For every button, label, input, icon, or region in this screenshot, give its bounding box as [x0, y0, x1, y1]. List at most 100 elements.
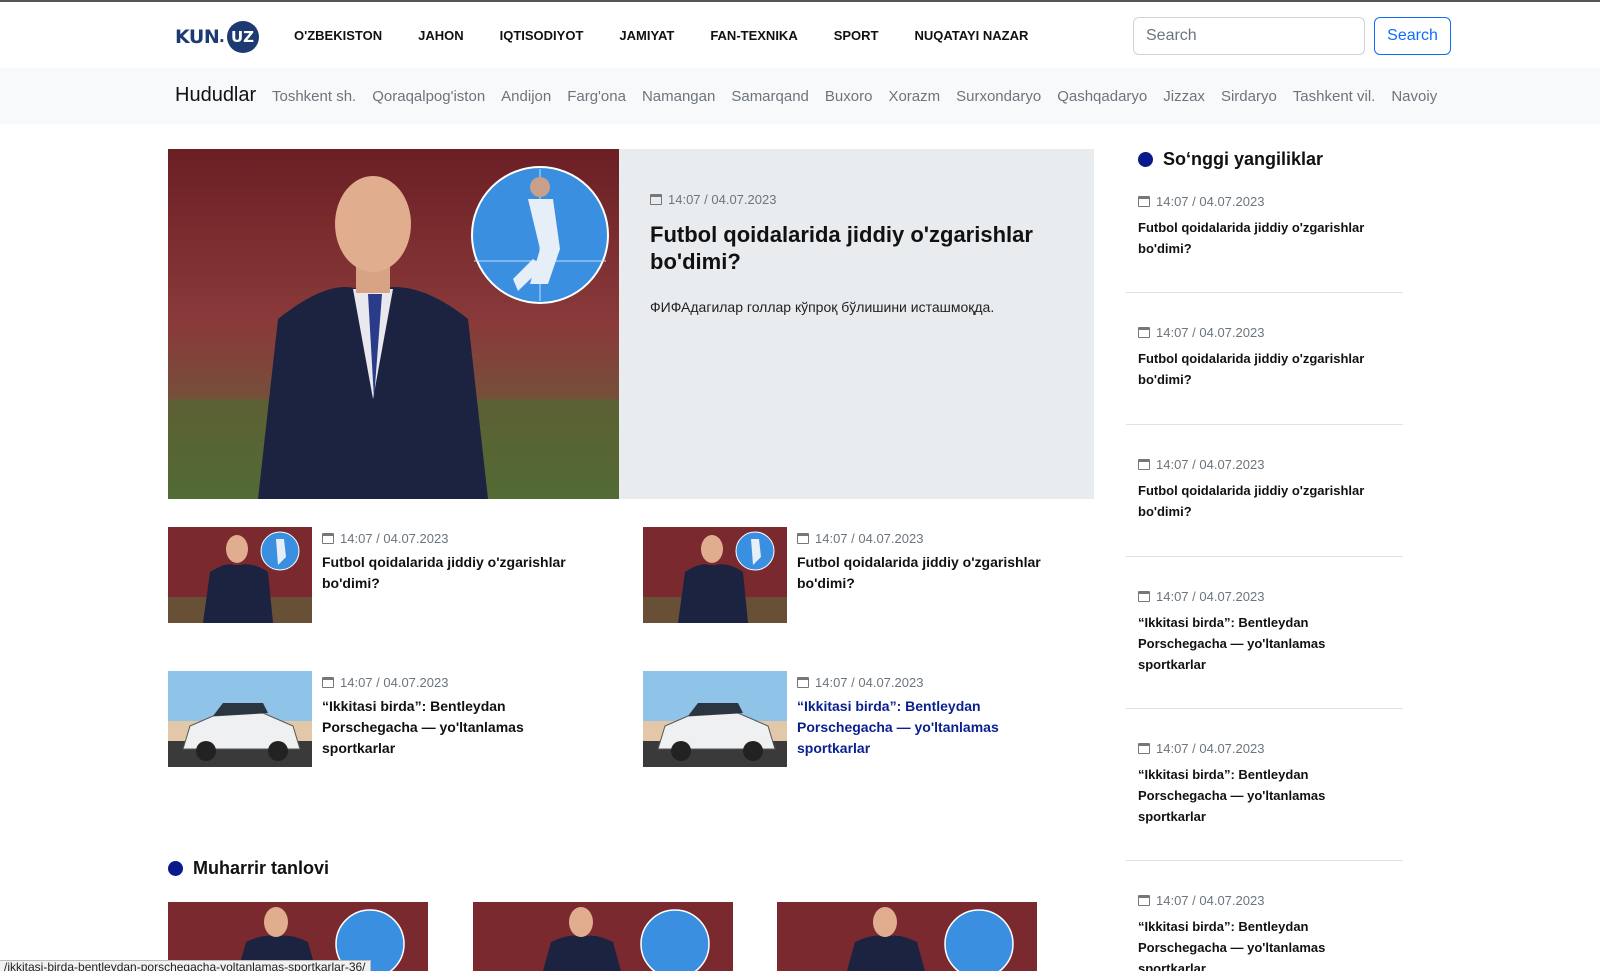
card-info: 14:07 / 04.07.2023 “Ikkitasi birda”: Ben…: [797, 675, 1067, 759]
latest-meta: 14:07 / 04.07.2023: [1138, 741, 1391, 756]
calendar-icon: [1138, 196, 1150, 207]
region-link[interactable]: Namangan: [642, 88, 715, 105]
card-title[interactable]: Futbol qoidalarida jiddiy o'zgarishlar b…: [322, 552, 592, 594]
card-info: 14:07 / 04.07.2023 Futbol qoidalarida ji…: [797, 531, 1067, 594]
latest-title[interactable]: “Ikkitasi birda”: Bentleydan Porschegach…: [1138, 916, 1391, 971]
regions-bar: Hududlar Toshkent sh. Qoraqalpog'iston A…: [0, 68, 1600, 124]
featured-meta: 14:07 / 04.07.2023: [650, 192, 1070, 207]
latest-meta: 14:07 / 04.07.2023: [1138, 194, 1391, 209]
nav-item-nuqatayi-nazar[interactable]: NUQATAYI NAZAR: [915, 27, 1029, 45]
featured-image[interactable]: [168, 149, 619, 499]
region-link[interactable]: Farg'ona: [567, 88, 626, 105]
calendar-icon: [1138, 459, 1150, 470]
featured-article[interactable]: 14:07 / 04.07.2023 Futbol qoidalarida ji…: [168, 149, 1094, 499]
card-thumbnail[interactable]: [643, 527, 787, 623]
latest-date: 14:07 / 04.07.2023: [1156, 893, 1265, 908]
region-link[interactable]: Surxondaryo: [956, 88, 1041, 105]
card-title-hovered[interactable]: “Ikkitasi birda”: Bentleydan Porschegach…: [797, 696, 1067, 759]
latest-date: 14:07 / 04.07.2023: [1156, 325, 1265, 340]
latest-title[interactable]: Futbol qoidalarida jiddiy o'zgarishlar b…: [1138, 348, 1391, 390]
nav-item-sport[interactable]: SPORT: [834, 27, 879, 45]
status-bar-url: /ikkitasi-birda-bentleydan-porschegacha-…: [0, 960, 371, 971]
card-meta: 14:07 / 04.07.2023: [797, 675, 1067, 690]
calendar-icon: [1138, 895, 1150, 906]
card-date: 14:07 / 04.07.2023: [340, 531, 449, 546]
latest-news-list: 14:07 / 04.07.2023 Futbol qoidalarida ji…: [1126, 186, 1403, 971]
region-link[interactable]: Buxoro: [825, 88, 873, 105]
bullet-dot-icon: [1138, 152, 1153, 167]
calendar-icon: [322, 677, 334, 688]
news-card[interactable]: 14:07 / 04.07.2023 Futbol qoidalarida ji…: [168, 527, 628, 627]
card-title[interactable]: “Ikkitasi birda”: Bentleydan Porschegach…: [322, 696, 592, 759]
calendar-icon: [322, 533, 334, 544]
card-thumbnail[interactable]: [643, 671, 787, 767]
card-date: 14:07 / 04.07.2023: [815, 675, 924, 690]
latest-news-item[interactable]: 14:07 / 04.07.2023 “Ikkitasi birda”: Ben…: [1126, 709, 1403, 861]
latest-meta: 14:07 / 04.07.2023: [1138, 589, 1391, 604]
news-card[interactable]: 14:07 / 04.07.2023 “Ikkitasi birda”: Ben…: [643, 671, 1103, 771]
latest-news-item[interactable]: 14:07 / 04.07.2023 Futbol qoidalarida ji…: [1126, 425, 1403, 557]
nav-item-iqtisodiyot[interactable]: IQTISODIYOT: [500, 27, 584, 45]
card-date: 14:07 / 04.07.2023: [340, 675, 449, 690]
region-link[interactable]: Navoiy: [1391, 88, 1437, 105]
calendar-icon: [1138, 743, 1150, 754]
latest-news-item[interactable]: 14:07 / 04.07.2023 Futbol qoidalarida ji…: [1126, 186, 1403, 293]
card-thumbnail[interactable]: [168, 671, 312, 767]
region-link[interactable]: Tashkent vil.: [1293, 88, 1376, 105]
search-input[interactable]: [1133, 17, 1365, 55]
logo-text: KUN: [175, 26, 220, 48]
nav-item-jamiyat[interactable]: JAMIYAT: [619, 27, 674, 45]
editors-choice-title: Muharrir tanlovi: [193, 858, 330, 878]
calendar-icon: [797, 533, 809, 544]
news-card[interactable]: 14:07 / 04.07.2023 Futbol qoidalarida ji…: [643, 527, 1103, 627]
latest-news-title: So‘nggi yangiliklar: [1163, 149, 1324, 169]
card-title[interactable]: Futbol qoidalarida jiddiy o'zgarishlar b…: [797, 552, 1067, 594]
card-date: 14:07 / 04.07.2023: [815, 531, 924, 546]
region-link[interactable]: Xorazm: [888, 88, 940, 105]
site-header: KUN. UZ O'ZBEKISTON JAHON IQTISODIYOT JA…: [0, 2, 1600, 68]
latest-news-item[interactable]: 14:07 / 04.07.2023 Futbol qoidalarida ji…: [1126, 293, 1403, 425]
news-card[interactable]: 14:07 / 04.07.2023 “Ikkitasi birda”: Ben…: [168, 671, 628, 771]
nav-item-ozbekiston[interactable]: O'ZBEKISTON: [294, 27, 382, 45]
latest-title[interactable]: “Ikkitasi birda”: Bentleydan Porschegach…: [1138, 764, 1391, 827]
editors-choice-thumbnail[interactable]: [777, 902, 1037, 971]
region-link[interactable]: Qoraqalpog'iston: [372, 88, 485, 105]
nav-item-jahon[interactable]: JAHON: [418, 27, 464, 45]
region-link[interactable]: Qashqadaryo: [1057, 88, 1147, 105]
calendar-icon: [1138, 327, 1150, 338]
card-info: 14:07 / 04.07.2023 Futbol qoidalarida ji…: [322, 531, 592, 594]
latest-news-heading: So‘nggi yangiliklar: [1138, 149, 1323, 170]
search-button[interactable]: Search: [1374, 17, 1451, 55]
nav-item-fan-texnika[interactable]: FAN-TEXNIKA: [710, 27, 797, 45]
calendar-icon: [797, 677, 809, 688]
calendar-icon: [650, 194, 662, 205]
card-meta: 14:07 / 04.07.2023: [322, 675, 592, 690]
logo-badge: UZ: [226, 21, 259, 53]
editors-choice-heading: Muharrir tanlovi: [168, 858, 329, 879]
latest-title[interactable]: “Ikkitasi birda”: Bentleydan Porschegach…: [1138, 612, 1391, 675]
card-info: 14:07 / 04.07.2023 “Ikkitasi birda”: Ben…: [322, 675, 592, 759]
latest-news-item[interactable]: 14:07 / 04.07.2023 “Ikkitasi birda”: Ben…: [1126, 557, 1403, 709]
region-link[interactable]: Jizzax: [1163, 88, 1205, 105]
featured-title[interactable]: Futbol qoidalarida jiddiy o'zgarishlar b…: [650, 221, 1070, 275]
latest-meta: 14:07 / 04.07.2023: [1138, 893, 1391, 908]
latest-title[interactable]: Futbol qoidalarida jiddiy o'zgarishlar b…: [1138, 217, 1391, 259]
logo-dot: .: [219, 26, 225, 47]
latest-news-item[interactable]: 14:07 / 04.07.2023 “Ikkitasi birda”: Ben…: [1126, 861, 1403, 971]
editors-choice-thumbnail[interactable]: [473, 902, 733, 971]
region-link[interactable]: Toshkent sh.: [272, 88, 356, 105]
featured-date: 14:07 / 04.07.2023: [668, 192, 777, 207]
bullet-dot-icon: [168, 861, 183, 876]
featured-lead: ФИФАдагилар голлар кўпроқ бўлишини исташ…: [650, 299, 995, 315]
latest-date: 14:07 / 04.07.2023: [1156, 589, 1265, 604]
main-nav: O'ZBEKISTON JAHON IQTISODIYOT JAMIYAT FA…: [294, 27, 1064, 45]
site-logo[interactable]: KUN. UZ: [175, 21, 259, 53]
latest-meta: 14:07 / 04.07.2023: [1138, 325, 1391, 340]
latest-title[interactable]: Futbol qoidalarida jiddiy o'zgarishlar b…: [1138, 480, 1391, 522]
region-link[interactable]: Andijon: [501, 88, 551, 105]
region-link[interactable]: Samarqand: [731, 88, 809, 105]
calendar-icon: [1138, 591, 1150, 602]
region-link[interactable]: Sirdaryo: [1221, 88, 1277, 105]
latest-date: 14:07 / 04.07.2023: [1156, 194, 1265, 209]
card-thumbnail[interactable]: [168, 527, 312, 623]
